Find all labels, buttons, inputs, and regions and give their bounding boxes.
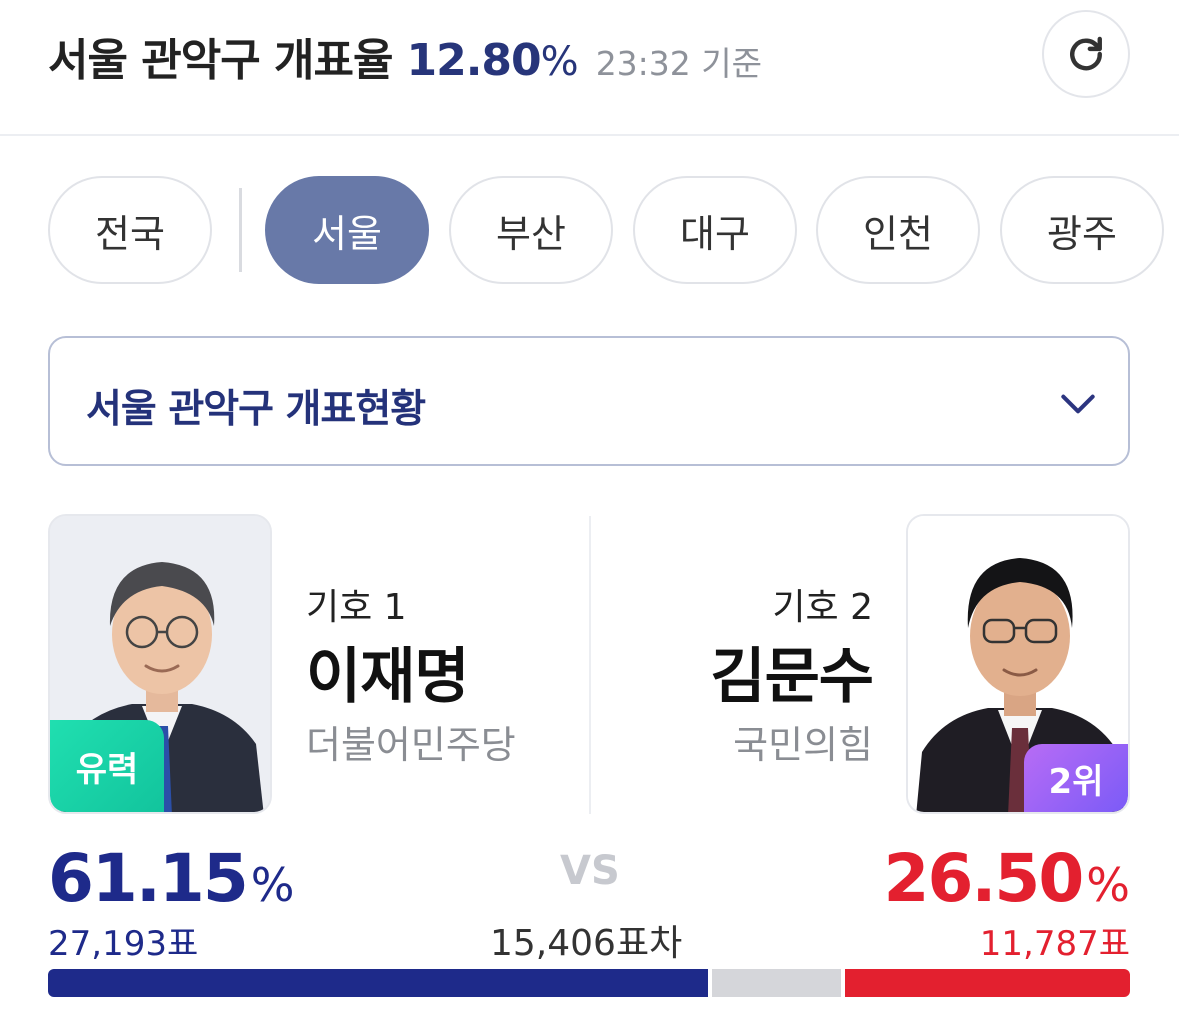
candidate-1-percent: 61.15% (48, 840, 294, 917)
divider (589, 516, 591, 814)
region-tab-daegu[interactable]: 대구 (633, 176, 797, 284)
candidate-2-percent-value: 26.50 (883, 840, 1085, 917)
candidate-1-percent-value: 61.15 (48, 840, 249, 917)
candidate-1-percent-unit: % (250, 858, 295, 912)
rank-badge-label: 2위 (1048, 761, 1104, 802)
district-select-label: 서울 관악구 개표현황 (86, 387, 426, 432)
count-rate-value: 12.80 (406, 35, 541, 86)
region-tab-label: 대구 (680, 211, 750, 256)
region-tab-label: 광주 (1047, 211, 1117, 256)
region-tab-nationwide[interactable]: 전국 (48, 176, 212, 284)
refresh-icon (1070, 36, 1102, 71)
region-tab-label: 전국 (95, 211, 165, 256)
candidate-2-percent: 26.50% (884, 840, 1130, 917)
candidate-1-photo: 유력 (48, 514, 272, 814)
region-tab-label: 부산 (496, 211, 566, 256)
title-text: 서울 관악구 개표율 (48, 35, 393, 86)
refresh-button[interactable] (1042, 10, 1130, 98)
candidate-2-percent-unit: % (1086, 858, 1130, 912)
candidate-1-party: 더불어민주당 (306, 723, 516, 767)
leading-badge-label: 유력 (75, 749, 139, 790)
chevron-down-icon (1061, 394, 1095, 414)
district-select[interactable]: 서울 관악구 개표현황 (48, 336, 1130, 466)
region-tab-label: 인천 (863, 211, 933, 256)
vote-share-bar (48, 969, 1130, 997)
candidate-2-name: 김문수 (710, 642, 874, 712)
candidate-2-number: 기호 2 (772, 587, 873, 628)
candidate-2-votes: 11,787표 (979, 924, 1130, 964)
region-tab-label: 서울 (312, 211, 382, 256)
header: 서울 관악구 개표율 12.80% 23:32 기준 (0, 0, 1179, 136)
region-tab-incheon[interactable]: 인천 (816, 176, 980, 284)
vs-label: VS (560, 848, 620, 894)
vote-share-bar-candidate-2 (845, 969, 1130, 997)
candidate-2-party: 국민의힘 (733, 723, 873, 767)
region-tab-busan[interactable]: 부산 (449, 176, 613, 284)
leading-badge: 유력 (50, 720, 164, 812)
timestamp: 23:32 기준 (595, 44, 762, 83)
vote-difference: 15,406표차 (490, 923, 683, 964)
region-tab-gwangju[interactable]: 광주 (1000, 176, 1164, 284)
candidate-1-votes: 27,193표 (48, 924, 199, 964)
count-rate-unit: % (540, 39, 579, 85)
divider (239, 188, 242, 272)
candidate-1-name: 이재명 (306, 642, 470, 712)
candidate-2-photo: 2위 (906, 514, 1130, 814)
vote-share-bar-others (712, 969, 841, 997)
candidate-1-number: 기호 1 (306, 587, 407, 628)
vote-share-bar-candidate-1 (48, 969, 708, 997)
rank-badge: 2위 (1024, 744, 1128, 812)
region-tab-seoul[interactable]: 서울 (265, 176, 429, 284)
count-rate: 12.80% (406, 35, 579, 86)
page-title: 서울 관악구 개표율 12.80% 23:32 기준 (48, 24, 762, 88)
